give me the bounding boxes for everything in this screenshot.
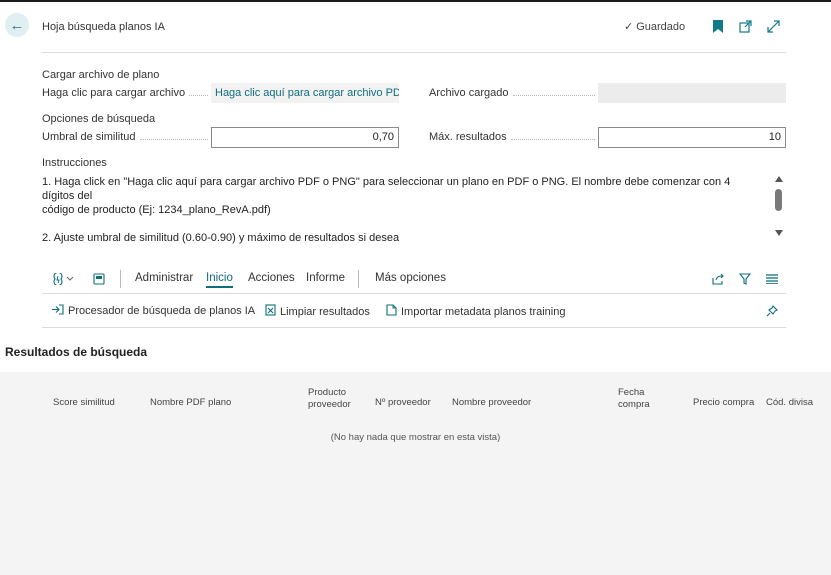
instructions-spacer xyxy=(42,217,742,231)
max-results-label: Máx. resultados xyxy=(429,131,595,143)
import-metadata-label: Importar metadata planos training xyxy=(401,305,566,318)
instructions-title: Instrucciones xyxy=(42,157,107,169)
upload-section-title: Cargar archivo de plano xyxy=(42,69,160,81)
instructions-line-2: código de producto (Ej: 1234_plano_RevA.… xyxy=(42,204,271,216)
col-cod-divisa[interactable]: Cód. divisa xyxy=(766,397,813,409)
check-icon: ✓ xyxy=(624,21,634,33)
scroll-up-icon[interactable] xyxy=(775,176,783,182)
saved-status: ✓ Guardado xyxy=(624,20,686,34)
loaded-file-field xyxy=(598,83,786,103)
max-results-label-text: Máx. resultados xyxy=(429,131,507,143)
menu-informe[interactable]: Informe xyxy=(306,272,345,284)
import-metadata-action[interactable]: Importar metadata planos training xyxy=(386,304,565,319)
col-producto-proveedor-line1: Producto xyxy=(308,387,347,398)
scrollbar-thumb[interactable] xyxy=(775,189,782,211)
col-nombre-pdf-plano[interactable]: Nombre PDF plano xyxy=(150,397,231,409)
back-button[interactable]: ← xyxy=(5,13,29,37)
open-in-new-window-icon[interactable] xyxy=(737,18,753,34)
clear-results-action[interactable]: Limpiar resultados xyxy=(265,304,370,319)
window-top-border xyxy=(0,0,831,2)
threshold-label-text: Umbral de similitud xyxy=(42,131,136,143)
bookmark-icon[interactable] xyxy=(710,18,726,34)
instructions-text: 1. Haga click en "Haga clic aquí para ca… xyxy=(42,175,742,245)
col-precio-compra[interactable]: Precio compra xyxy=(693,397,754,409)
empty-results-message: (No hay nada que mostrar en esta vista) xyxy=(330,432,501,443)
instructions-line-1: 1. Haga click en "Haga clic aquí para ca… xyxy=(42,176,731,202)
upload-click-label: Haga clic para cargar archivo xyxy=(42,87,208,99)
menu-administrar[interactable]: Administrar xyxy=(135,272,193,284)
threshold-input[interactable]: 0,70 xyxy=(211,127,399,148)
layout-icon[interactable] xyxy=(91,272,107,286)
process-search-action[interactable]: Procesador de búsqueda de planos IA xyxy=(52,304,255,318)
col-score-similitud[interactable]: Score similitud xyxy=(53,397,115,409)
loaded-file-label-text: Archivo cargado xyxy=(429,87,509,99)
filter-icon[interactable] xyxy=(737,272,753,286)
menu-divider-line xyxy=(42,293,786,294)
process-search-label: Procesador de búsqueda de planos IA xyxy=(68,305,256,317)
saved-label: Guardado xyxy=(636,20,686,33)
upload-click-label-text: Haga clic para cargar archivo xyxy=(42,87,186,99)
header-divider xyxy=(42,52,786,53)
page-title: Hoja búsqueda planos IA xyxy=(42,21,165,33)
label-dots xyxy=(510,138,595,140)
power-automate-icon[interactable] xyxy=(52,272,76,286)
results-title: Resultados de búsqueda xyxy=(5,345,148,359)
list-view-icon[interactable] xyxy=(764,272,780,286)
sign-in-icon xyxy=(52,304,64,318)
clear-icon xyxy=(265,304,276,319)
document-import-icon xyxy=(386,304,397,319)
scroll-down-icon[interactable] xyxy=(775,230,783,236)
menu-acciones[interactable]: Acciones xyxy=(248,272,295,284)
loaded-file-label: Archivo cargado xyxy=(429,87,595,99)
expand-icon[interactable] xyxy=(765,18,781,34)
col-nombre-proveedor[interactable]: Nombre proveedor xyxy=(452,397,531,409)
col-producto-proveedor[interactable]: Producto proveedor xyxy=(308,387,351,411)
actions-divider xyxy=(42,327,786,328)
menu-divider xyxy=(358,270,359,288)
menu-inicio[interactable]: Inicio xyxy=(206,272,233,288)
clear-results-label: Limpiar resultados xyxy=(280,305,370,318)
col-producto-proveedor-line2: proveedor xyxy=(308,399,351,410)
col-fecha-compra-line2: compra xyxy=(618,399,650,410)
instructions-line-3: 2. Ajuste umbral de similitud (0.60-0.90… xyxy=(42,232,400,244)
threshold-label: Umbral de similitud xyxy=(42,131,208,143)
col-fecha-compra-line1: Fecha xyxy=(618,387,645,398)
label-dots xyxy=(139,138,208,140)
upload-file-link[interactable]: Haga clic aquí para cargar archivo PD... xyxy=(211,83,399,103)
menu-mas-opciones[interactable]: Más opciones xyxy=(375,272,446,284)
label-dots xyxy=(512,94,595,96)
max-results-input[interactable]: 10 xyxy=(598,127,786,148)
label-dots xyxy=(189,94,208,96)
share-icon[interactable] xyxy=(710,272,726,286)
search-options-title: Opciones de búsqueda xyxy=(42,113,156,125)
arrow-left-icon: ← xyxy=(9,16,25,34)
col-fecha-compra[interactable]: Fecha compra xyxy=(618,387,650,411)
menu-divider xyxy=(120,270,121,288)
col-n-proveedor[interactable]: Nº proveedor xyxy=(375,397,431,409)
pin-icon[interactable] xyxy=(764,304,780,318)
